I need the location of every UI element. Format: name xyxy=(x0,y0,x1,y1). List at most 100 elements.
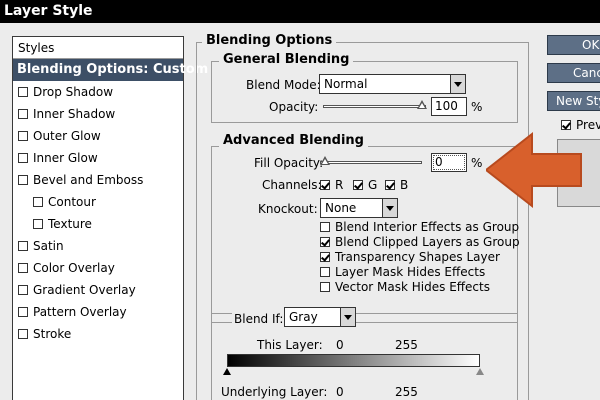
opacity-label: Opacity: xyxy=(269,100,319,114)
styles-item-blending-options[interactable]: Blending Options: Custom xyxy=(13,59,208,81)
styles-item-label: Inner Glow xyxy=(33,151,98,165)
blend-interior-effects-checkbox[interactable]: Blend Interior Effects as Group xyxy=(320,220,519,235)
window-title: Layer Style xyxy=(0,0,600,23)
blend-if-label: Blend If: xyxy=(232,311,286,327)
styles-item-label: Contour xyxy=(48,195,96,209)
styles-item-inner-shadow[interactable]: Inner Shadow xyxy=(13,103,183,125)
styles-item-label: Outer Glow xyxy=(33,129,101,143)
layer-mask-hides-label: Layer Mask Hides Effects xyxy=(335,265,486,279)
styles-item-outer-glow[interactable]: Outer Glow xyxy=(13,125,183,147)
vector-mask-hides-label: Vector Mask Hides Effects xyxy=(335,280,490,294)
styles-item-stroke[interactable]: Stroke xyxy=(13,323,183,345)
styles-item-texture[interactable]: Texture xyxy=(13,213,183,235)
checkbox[interactable] xyxy=(385,180,395,190)
channel-b-label: B xyxy=(400,178,409,192)
checkbox[interactable] xyxy=(320,222,330,232)
ok-button[interactable]: OK xyxy=(547,35,600,55)
fill-opacity-input[interactable]: 0 xyxy=(431,153,467,172)
styles-item-inner-glow[interactable]: Inner Glow xyxy=(13,147,183,169)
blend-clipped-layers-checkbox[interactable]: Blend Clipped Layers as Group xyxy=(320,235,520,250)
checkbox[interactable] xyxy=(18,153,28,163)
underlying-layer-label: Underlying Layer: xyxy=(221,385,328,399)
annotation-arrow-icon xyxy=(486,131,582,209)
blending-options-title: Blending Options xyxy=(202,33,337,49)
checkbox[interactable] xyxy=(33,197,43,207)
channel-g-checkbox[interactable]: G xyxy=(353,178,377,193)
styles-item-color-overlay[interactable]: Color Overlay xyxy=(13,257,183,279)
blend-mode-label: Blend Mode: xyxy=(246,78,321,92)
checkbox[interactable] xyxy=(18,307,28,317)
fill-opacity-unit: % xyxy=(471,156,483,170)
checkbox[interactable] xyxy=(18,87,28,97)
checkbox[interactable] xyxy=(33,219,43,229)
checkbox[interactable] xyxy=(18,263,28,273)
arrow-shape xyxy=(486,131,582,209)
opacity-slider-thumb[interactable] xyxy=(417,100,427,109)
blend-mode-select[interactable]: Normal xyxy=(319,74,466,94)
styles-item-contour[interactable]: Contour xyxy=(13,191,183,213)
checkbox[interactable] xyxy=(18,175,28,185)
this-layer-min: 0 xyxy=(336,338,344,352)
checkbox[interactable] xyxy=(18,285,28,295)
checkbox[interactable] xyxy=(561,120,571,130)
checkbox[interactable] xyxy=(18,241,28,251)
ramp-stop-white[interactable] xyxy=(476,368,484,375)
checkbox[interactable] xyxy=(320,282,330,292)
vector-mask-hides-checkbox[interactable]: Vector Mask Hides Effects xyxy=(320,280,490,295)
opacity-slider-track[interactable] xyxy=(323,105,426,108)
chevron-down-icon xyxy=(382,199,397,217)
opacity-unit: % xyxy=(471,100,483,114)
styles-item-label: Pattern Overlay xyxy=(33,305,127,319)
blend-if-gradient xyxy=(227,354,480,367)
fill-opacity-label: Fill Opacity: xyxy=(254,156,324,170)
this-layer-max: 255 xyxy=(395,338,418,352)
fill-opacity-slider-track[interactable] xyxy=(320,161,422,164)
cancel-button[interactable]: Canc xyxy=(547,63,600,83)
styles-item-label: Gradient Overlay xyxy=(33,283,136,297)
blend-clipped-layers-label: Blend Clipped Layers as Group xyxy=(335,235,520,249)
blend-if-value: Gray xyxy=(289,310,318,324)
knockout-label: Knockout: xyxy=(258,202,318,216)
ramp-stop-black[interactable] xyxy=(223,368,231,375)
styles-item-label: Stroke xyxy=(33,327,72,341)
channel-b-checkbox[interactable]: B xyxy=(385,178,408,193)
blend-mode-value: Normal xyxy=(324,77,368,91)
layer-mask-hides-checkbox[interactable]: Layer Mask Hides Effects xyxy=(320,265,485,280)
styles-item-satin[interactable]: Satin xyxy=(13,235,183,257)
styles-item-label: Inner Shadow xyxy=(33,107,116,121)
underlying-layer-max: 255 xyxy=(395,385,418,399)
checkbox[interactable] xyxy=(18,329,28,339)
advanced-blending-title: Advanced Blending xyxy=(219,133,368,149)
checkbox[interactable] xyxy=(320,252,330,262)
checkbox[interactable] xyxy=(320,267,330,277)
styles-item-label: Color Overlay xyxy=(33,261,115,275)
opacity-input[interactable]: 100 xyxy=(431,97,467,116)
styles-list: Styles Blending Options: Custom Drop Sha… xyxy=(12,36,208,400)
blend-if-select[interactable]: Gray xyxy=(284,307,356,327)
chevron-down-icon xyxy=(340,308,355,326)
knockout-select[interactable]: None xyxy=(320,198,398,218)
fill-opacity-slider-thumb[interactable] xyxy=(320,156,330,165)
channel-r-checkbox[interactable]: R xyxy=(320,178,343,193)
general-blending-title: General Blending xyxy=(219,52,354,68)
checkbox[interactable] xyxy=(18,109,28,119)
knockout-value: None xyxy=(325,201,357,215)
checkbox[interactable] xyxy=(353,180,363,190)
styles-item-drop-shadow[interactable]: Drop Shadow xyxy=(13,81,183,103)
styles-header[interactable]: Styles xyxy=(13,37,183,59)
checkbox[interactable] xyxy=(320,180,330,190)
checkbox[interactable] xyxy=(320,237,330,247)
styles-item-label: Bevel and Emboss xyxy=(33,173,144,187)
channel-g-label: G xyxy=(368,178,378,192)
styles-item-label: Blending Options: Custom xyxy=(17,62,209,77)
styles-item-gradient-overlay[interactable]: Gradient Overlay xyxy=(13,279,183,301)
new-style-button[interactable]: New Styl xyxy=(547,91,600,111)
styles-item-bevel-emboss[interactable]: Bevel and Emboss xyxy=(13,169,183,191)
blend-interior-effects-label: Blend Interior Effects as Group xyxy=(335,220,520,234)
chevron-down-icon xyxy=(450,75,465,93)
checkbox[interactable] xyxy=(18,131,28,141)
transparency-shapes-checkbox[interactable]: Transparency Shapes Layer xyxy=(320,250,500,265)
styles-item-pattern-overlay[interactable]: Pattern Overlay xyxy=(13,301,183,323)
styles-item-label: Satin xyxy=(33,239,64,253)
this-layer-label: This Layer: xyxy=(257,338,323,352)
